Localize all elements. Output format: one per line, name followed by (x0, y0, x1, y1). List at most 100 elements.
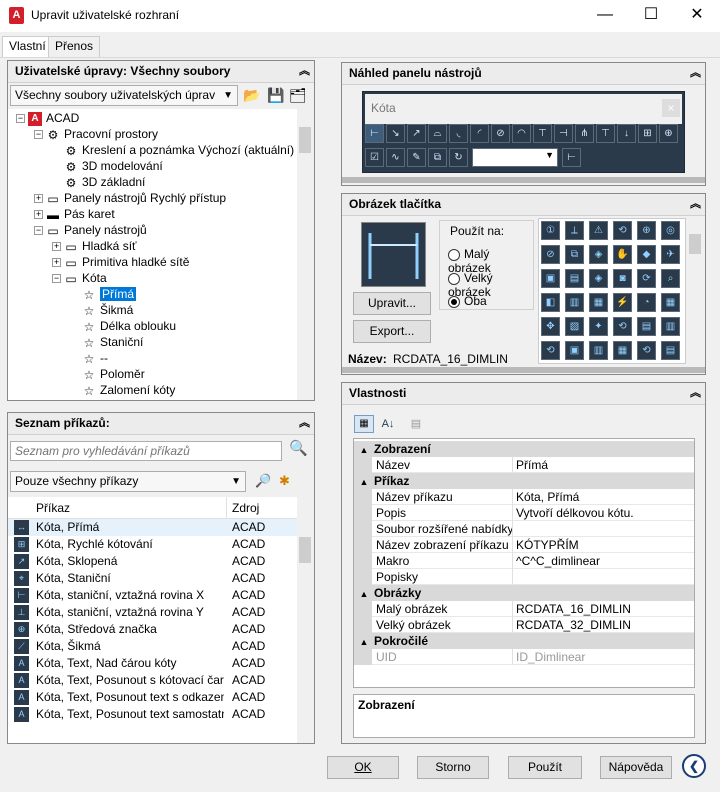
property-value[interactable]: RCDATA_16_DIMLIN (516, 601, 631, 617)
file-select[interactable]: Všechny soubory uživatelských úprav ▼ (10, 85, 238, 106)
property-row[interactable]: Soubor rozšířené nabídky (354, 521, 694, 537)
gallery-image-icon[interactable]: ⊘ (541, 245, 560, 264)
collapse-icon[interactable]: ︽ (690, 386, 701, 400)
collapse-tree-icon[interactable]: − (52, 274, 61, 284)
tree-item[interactable]: ☆ Přímá (70, 286, 137, 302)
tree-item[interactable]: ☆ Zalomení kóty (70, 382, 176, 398)
tree-item[interactable]: ☆ Šikmá (70, 302, 134, 318)
tab-custom[interactable]: Vlastní (2, 36, 53, 58)
toolbar-tool-icon[interactable]: ⊘ (491, 124, 510, 143)
gallery-image-icon[interactable]: ✈ (661, 245, 680, 264)
categorized-icon[interactable]: ▦ (354, 415, 374, 433)
edit-image-button[interactable]: Upravit... (353, 292, 431, 315)
group-collapse-icon[interactable]: ▲ (354, 442, 374, 458)
gallery-image-icon[interactable]: ① (541, 221, 560, 240)
collapse-tree-icon[interactable]: − (34, 226, 43, 236)
property-group[interactable]: ▲ Pokročilé (354, 633, 694, 649)
command-row[interactable]: A Kóta, Text, Posunout text s odkazem ACAD (8, 689, 297, 706)
gallery-image-icon[interactable]: ▦ (613, 341, 632, 360)
expand-icon[interactable]: + (34, 210, 43, 220)
open-file-icon[interactable]: 📂 (243, 87, 260, 104)
tree-item[interactable]: − ⚙ Pracovní prostory (34, 126, 158, 142)
property-row[interactable]: Popisky (354, 569, 694, 585)
toolbar-close-icon[interactable]: × (662, 99, 680, 117)
property-group[interactable]: ▲ Zobrazení (354, 441, 694, 458)
toolbar-tool-icon[interactable]: ⊞ (638, 124, 657, 143)
collapse-dialog-icon[interactable]: ❮ (682, 754, 706, 778)
gallery-image-icon[interactable]: ◙ (613, 269, 632, 288)
tree-item[interactable]: ☆ Poloměr (70, 366, 145, 382)
gallery-image-icon[interactable]: ▤ (637, 317, 656, 336)
gallery-image-icon[interactable]: ⟂ (565, 221, 584, 240)
gallery-image-icon[interactable]: ▥ (661, 317, 680, 336)
gallery-image-icon[interactable]: ◆ (637, 245, 656, 264)
toolbar-tool-icon[interactable]: ↘ (386, 124, 405, 143)
gallery-image-icon[interactable]: ▣ (565, 341, 584, 360)
command-row[interactable]: ⌖ Kóta, Staniční ACAD (8, 570, 297, 587)
panel-splitter[interactable] (342, 177, 705, 183)
gallery-image-icon[interactable]: ✥ (541, 317, 560, 336)
gallery-image-icon[interactable]: ⧉ (565, 245, 584, 264)
gallery-image-icon[interactable]: ◎ (661, 221, 680, 240)
group-collapse-icon[interactable]: ▲ (354, 586, 374, 602)
command-row[interactable]: ⊕ Kóta, Středová značka ACAD (8, 621, 297, 638)
ok-button[interactable]: OK (327, 756, 399, 779)
collapse-icon[interactable]: ︽ (690, 197, 701, 211)
image-gallery[interactable]: ① ⟂ ⚠ ⟲ ⊕ ◎ ⊘ ⧉ ◈ ✋ ◆ ✈ ▣ ▤ ◈ ◙ ⟳ ⌕ ◧ ▥ ▦ ⚡ ◔ ▦ ✥ ▧ ✦ ⟲ ▤ ▥ ⟲ ▣ ▥ ▦ ⟲ ▤ (538, 218, 686, 364)
command-row[interactable]: A Kóta, Text, Nad čárou kóty ACAD (8, 655, 297, 672)
property-row[interactable]: Název Přímá (354, 457, 694, 473)
tree-item[interactable]: − ▭ Kóta (52, 270, 107, 286)
property-row[interactable]: Název příkazu Kóta, Přímá (354, 489, 694, 505)
help-button[interactable]: Nápověda (600, 756, 672, 779)
save-as-icon[interactable]: 🗂 (289, 87, 307, 104)
toolbar-tool-icon[interactable]: ⋔ (575, 124, 594, 143)
command-scroll-thumb[interactable] (299, 537, 311, 563)
maximize-button[interactable]: ☐ (628, 0, 674, 32)
expand-icon[interactable]: + (34, 194, 43, 204)
toolbar-tool-icon[interactable]: ↗ (407, 124, 426, 143)
property-group[interactable]: ▲ Obrázky (354, 585, 694, 602)
property-row[interactable]: Popis Vytvoří délkovou kótu. (354, 505, 694, 521)
command-row[interactable]: ⊞ Kóta, Rychlé kótování ACAD (8, 536, 297, 553)
gallery-image-icon[interactable]: ◧ (541, 293, 560, 312)
property-grid[interactable]: ▲ Zobrazení Název Přímá ▲ Příkaz Název příkazu… (353, 438, 695, 688)
new-command-icon[interactable]: ✱ (279, 473, 290, 489)
command-search-input[interactable] (10, 441, 282, 461)
command-row[interactable]: ⊥ Kóta, staniční, vztažná rovina Y ACAD (8, 604, 297, 621)
command-row[interactable]: ↗ Kóta, Sklopená ACAD (8, 553, 297, 570)
cancel-button[interactable]: Storno (417, 756, 489, 779)
close-button[interactable]: ✕ (674, 0, 720, 32)
gallery-image-icon[interactable]: ⟲ (637, 341, 656, 360)
toolbar-tool-icon[interactable]: ✎ (407, 148, 426, 167)
gallery-image-icon[interactable]: ⚠ (589, 221, 608, 240)
gallery-image-icon[interactable]: ▥ (565, 293, 584, 312)
toolbar-tool-icon[interactable]: ◜ (470, 124, 489, 143)
gallery-image-icon[interactable]: ◈ (589, 245, 608, 264)
sort-alphabetic-icon[interactable]: A↓ (378, 415, 398, 433)
tree-item[interactable]: ☆ Staniční (70, 334, 144, 350)
tree-item[interactable]: ☆ Délka oblouku (70, 318, 176, 334)
gallery-image-icon[interactable]: ▧ (565, 317, 584, 336)
collapse-tree-icon[interactable]: − (16, 114, 25, 124)
gallery-image-icon[interactable]: ⚡ (613, 293, 632, 312)
gallery-image-icon[interactable]: ⟲ (541, 341, 560, 360)
tree-item[interactable]: + ▭ Panely nástrojů Rychlý přístup (34, 190, 226, 206)
gallery-image-icon[interactable]: ◔ (637, 293, 656, 312)
gallery-image-icon[interactable]: ⟳ (637, 269, 656, 288)
tree-item[interactable]: + ▭ Primitiva hladké sítě (52, 254, 189, 270)
minimize-button[interactable]: — (582, 0, 628, 32)
tree-item[interactable]: ⚙ Kreslení a poznámka Výchozí (aktuální) (52, 142, 295, 158)
property-row[interactable]: Malý obrázek RCDATA_16_DIMLIN (354, 601, 694, 617)
property-value[interactable]: Kóta, Přímá (516, 489, 579, 505)
toolbar-tool-icon[interactable]: ◠ (512, 124, 531, 143)
command-filter-select[interactable]: Pouze všechny příkazy ▼ (10, 471, 246, 492)
tree-item[interactable]: ⚙ 3D modelování (52, 158, 163, 174)
toolbar-tool-icon[interactable]: ⊤ (596, 124, 615, 143)
property-value[interactable]: Vytvoří délkovou kótu. (516, 505, 634, 521)
radio-both[interactable]: Oba (448, 294, 487, 308)
tree-scroll-thumb[interactable] (299, 127, 311, 153)
gallery-image-icon[interactable]: ⟲ (613, 221, 632, 240)
toolbar-tool-icon[interactable]: ⧉ (428, 148, 447, 167)
toolbar-tool-icon[interactable]: ∿ (386, 148, 405, 167)
command-row[interactable]: A Kóta, Text, Posunout s kótovací čarou AC… (8, 672, 297, 689)
